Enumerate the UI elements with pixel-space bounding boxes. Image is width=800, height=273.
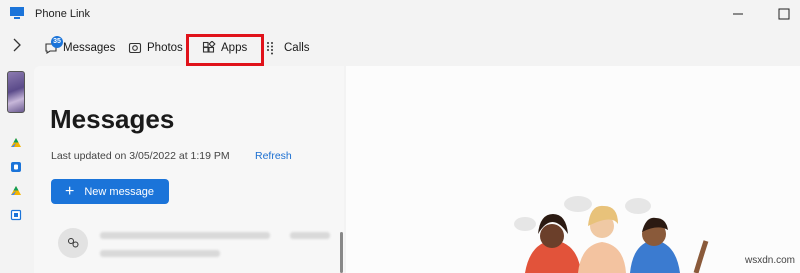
notification-icon[interactable] <box>10 161 22 173</box>
dialpad-icon <box>267 42 273 55</box>
app-icon[interactable] <box>10 209 22 221</box>
tab-photos[interactable]: Photos <box>128 38 183 58</box>
tab-calls-label: Calls <box>284 42 310 54</box>
blurred-contact-name <box>100 232 270 239</box>
phone-link-app-icon <box>10 7 24 19</box>
google-drive-icon[interactable] <box>10 185 22 197</box>
group-icon <box>68 238 79 248</box>
page-title: Messages <box>50 104 175 134</box>
messages-count-badge: 35 <box>51 36 63 48</box>
scrollbar[interactable] <box>340 232 343 273</box>
photos-icon <box>128 42 142 54</box>
maximize-icon[interactable] <box>762 0 800 28</box>
phone-wallpaper-thumbnail[interactable] <box>7 71 25 113</box>
tab-calls[interactable]: Calls <box>265 38 310 58</box>
title-bar: Phone Link <box>0 0 800 28</box>
google-drive-icon[interactable] <box>10 137 22 149</box>
last-updated-text: Last updated on 3/05/2022 at 1:19 PM <box>51 150 230 162</box>
people-chatting-illustration-icon <box>514 196 709 273</box>
tab-messages-label: Messages <box>63 42 116 54</box>
watermark: wsxdn.com <box>745 255 796 266</box>
new-message-button[interactable]: + New message <box>51 179 169 204</box>
tab-photos-label: Photos <box>147 42 183 54</box>
blurred-message-preview <box>100 250 220 257</box>
window-title: Phone Link <box>35 8 91 20</box>
refresh-link[interactable]: Refresh <box>255 150 292 162</box>
plus-icon: + <box>65 182 75 200</box>
blurred-timestamp <box>290 232 330 239</box>
minimize-icon[interactable] <box>716 0 760 28</box>
new-message-label: New message <box>84 185 155 198</box>
avatar <box>58 228 88 258</box>
apps-highlight-box <box>186 34 264 66</box>
nav-bar: Messages Photos Apps Calls <box>0 28 800 66</box>
chevron-right-icon[interactable] <box>8 36 26 54</box>
left-rail <box>0 66 32 273</box>
